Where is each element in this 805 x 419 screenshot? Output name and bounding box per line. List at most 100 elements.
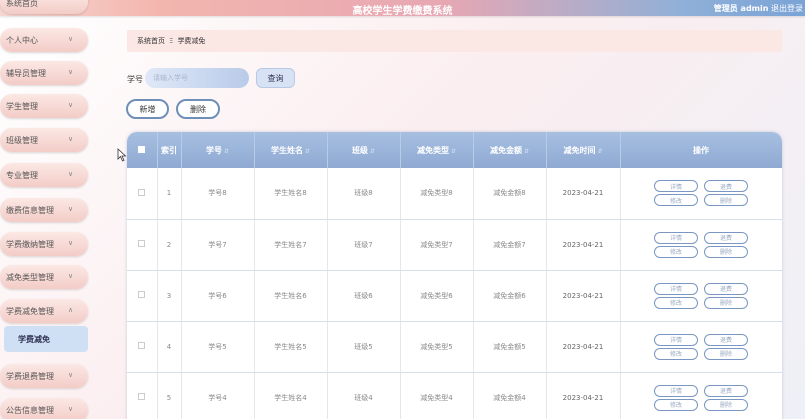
cell-student-no: 学号5 xyxy=(181,321,255,373)
row-delete-button[interactable]: 删除 xyxy=(704,347,748,360)
header-type[interactable]: 减免类型 ⇵ xyxy=(400,132,474,168)
refund-button[interactable]: 退费 xyxy=(704,180,748,193)
header-time[interactable]: 减免时间 ⇵ xyxy=(546,132,621,168)
row-select[interactable] xyxy=(127,270,158,322)
chevron-down-icon: ∨ xyxy=(68,170,74,178)
cell-index: 4 xyxy=(157,321,182,373)
sidebar-item-reduction-types[interactable]: 减免类型管理 ∨ xyxy=(0,265,88,289)
checkbox[interactable] xyxy=(138,145,146,153)
edit-button[interactable]: 修改 xyxy=(654,194,698,207)
sidebar-item-students[interactable]: 学生管理 ∨ xyxy=(0,94,88,118)
cell-index: 2 xyxy=(157,219,182,271)
search-button[interactable]: 查询 xyxy=(256,68,295,88)
sort-icon[interactable]: ⇵ xyxy=(524,148,529,155)
edit-button[interactable]: 修改 xyxy=(654,245,698,258)
edit-button[interactable]: 修改 xyxy=(654,347,698,360)
header-class[interactable]: 班级 ⇵ xyxy=(327,132,401,168)
sort-icon[interactable]: ⇵ xyxy=(305,148,310,155)
sort-icon[interactable]: ⇵ xyxy=(451,148,456,155)
sidebar-item-majors[interactable]: 专业管理 ∨ xyxy=(0,163,88,187)
chevron-down-icon: ∨ xyxy=(68,205,74,213)
add-button[interactable]: 新增 xyxy=(126,99,169,119)
sidebar-item-refund[interactable]: 学费退费管理 ∨ xyxy=(0,364,88,388)
detail-button[interactable]: 详情 xyxy=(654,282,698,295)
cell-amount: 减免金额8 xyxy=(473,168,547,220)
sort-icon[interactable]: ⇵ xyxy=(370,148,375,155)
detail-button[interactable]: 详情 xyxy=(654,384,698,397)
sidebar-item-fee-info[interactable]: 缴费信息管理 ∨ xyxy=(0,198,88,222)
cell-amount: 减免金额4 xyxy=(473,372,547,419)
cell-index: 5 xyxy=(157,372,182,419)
header-student-no[interactable]: 学号 ⇵ xyxy=(181,132,255,168)
row-delete-button[interactable]: 删除 xyxy=(704,245,748,258)
app-title: 高校学生学费缴费系统 xyxy=(352,6,453,17)
chevron-down-icon: ∨ xyxy=(68,371,74,379)
detail-button[interactable]: 详情 xyxy=(654,180,698,193)
breadcrumb-home[interactable]: 系统首页 xyxy=(137,36,165,46)
row-select[interactable] xyxy=(127,321,158,373)
breadcrumb: 系统首页 Ξ 学费减免 xyxy=(127,30,782,52)
cell-student-no: 学号6 xyxy=(181,270,255,322)
sidebar-subitem-fee-reduction[interactable]: 学费减免 xyxy=(4,326,88,352)
cell-type: 减免类型8 xyxy=(400,168,474,220)
delete-button[interactable]: 删除 xyxy=(176,99,220,119)
row-delete-button[interactable]: 删除 xyxy=(704,296,748,309)
header-amount[interactable]: 减免金额 ⇵ xyxy=(473,132,547,168)
header-name[interactable]: 学生姓名 ⇵ xyxy=(254,132,328,168)
sidebar-item-home[interactable]: 系统首页 xyxy=(0,0,88,14)
checkbox[interactable] xyxy=(138,342,146,349)
cell-type: 减免类型6 xyxy=(400,270,474,322)
cell-class: 班级6 xyxy=(327,270,401,322)
chevron-down-icon: ∨ xyxy=(68,35,74,43)
cell-index: 3 xyxy=(157,270,182,322)
cell-class: 班级4 xyxy=(327,372,401,419)
sidebar-item-announcements[interactable]: 公告信息管理 ∨ xyxy=(0,398,88,419)
sidebar: 系统首页 个人中心 ∨ 辅导员管理 ∨ 学生管理 ∨ 班级管理 ∨ 专业管理 ∨… xyxy=(0,0,92,419)
sidebar-item-fee-reduction[interactable]: 学费减免管理 ∧ xyxy=(0,299,88,323)
sidebar-item-label: 系统首页 xyxy=(6,0,38,8)
sort-icon[interactable]: ⇵ xyxy=(597,148,602,155)
mouse-cursor-icon xyxy=(117,148,127,162)
checkbox[interactable] xyxy=(138,240,146,247)
sidebar-item-counselor[interactable]: 辅导员管理 ∨ xyxy=(0,61,88,85)
user-info: 管理员 admin 退出登录 xyxy=(714,3,803,14)
cell-amount: 减免金额6 xyxy=(473,270,547,322)
row-delete-button[interactable]: 删除 xyxy=(704,194,748,207)
checkbox[interactable] xyxy=(138,188,146,196)
sort-icon[interactable]: ⇵ xyxy=(224,148,229,155)
cell-class: 班级7 xyxy=(327,219,401,271)
edit-button[interactable]: 修改 xyxy=(654,398,698,411)
sidebar-item-label: 学费退费管理 xyxy=(6,371,54,381)
refund-button[interactable]: 退费 xyxy=(704,384,748,397)
cell-actions: 详情 退费 修改 删除 xyxy=(620,219,782,271)
row-delete-button[interactable]: 删除 xyxy=(704,398,748,411)
sidebar-item-classes[interactable]: 班级管理 ∨ xyxy=(0,128,88,152)
refund-button[interactable]: 退费 xyxy=(704,282,748,295)
cell-time: 2023-04-21 xyxy=(546,372,621,419)
detail-button[interactable]: 详情 xyxy=(654,231,698,244)
header-select-all[interactable] xyxy=(127,132,158,168)
cell-time: 2023-04-21 xyxy=(546,219,621,271)
edit-button[interactable]: 修改 xyxy=(654,296,698,309)
header-label: 学生姓名 xyxy=(270,145,303,155)
chevron-up-icon: ∧ xyxy=(68,306,74,314)
checkbox[interactable] xyxy=(138,393,146,400)
detail-button[interactable]: 详情 xyxy=(654,333,698,346)
logout-link[interactable]: 退出登录 xyxy=(771,4,803,13)
cell-actions: 详情 退费 修改 删除 xyxy=(620,270,782,322)
sidebar-item-fee-payment[interactable]: 学费缴纳管理 ∨ xyxy=(0,232,88,256)
refund-button[interactable]: 退费 xyxy=(704,231,748,244)
header-actions: 操作 xyxy=(620,132,782,168)
cell-type: 减免类型7 xyxy=(400,219,474,271)
refund-button[interactable]: 退费 xyxy=(704,333,748,346)
row-select[interactable] xyxy=(127,372,158,419)
breadcrumb-current: 学费减免 xyxy=(177,37,206,45)
checkbox[interactable] xyxy=(138,291,146,298)
header-label: 减免类型 xyxy=(416,145,449,155)
header-label: 班级 xyxy=(351,145,368,155)
row-select[interactable] xyxy=(127,168,158,220)
table-row: 3 学号6 学生姓名6 班级6 减免类型6 减免金额6 2023-04-21 详… xyxy=(127,270,782,322)
search-input[interactable] xyxy=(145,68,249,88)
row-select[interactable] xyxy=(127,219,158,271)
sidebar-item-profile[interactable]: 个人中心 ∨ xyxy=(0,28,88,52)
